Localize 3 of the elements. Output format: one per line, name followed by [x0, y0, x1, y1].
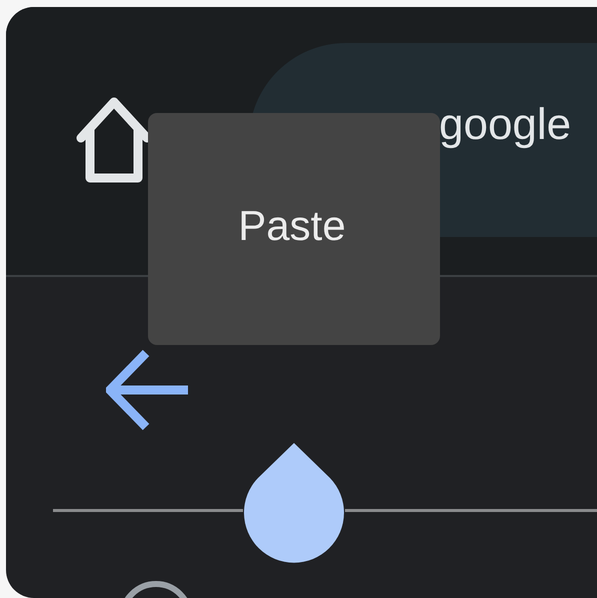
- selection-handle[interactable]: [243, 443, 345, 564]
- paste-menu-item[interactable]: Paste: [238, 202, 346, 250]
- back-arrow-icon[interactable]: [106, 349, 190, 431]
